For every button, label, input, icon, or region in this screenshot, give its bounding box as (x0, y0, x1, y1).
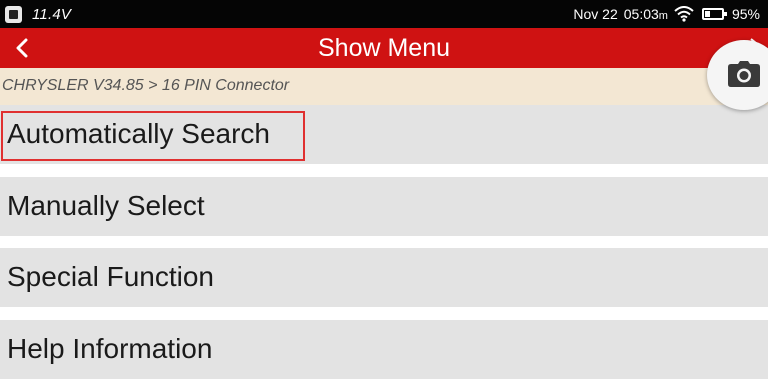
status-right: Nov 22 05:03m 95% (573, 4, 760, 24)
page-title: Show Menu (317, 34, 451, 62)
menu-item-label: Help Information (7, 333, 213, 364)
menu-item-label: Manually Select (7, 190, 205, 221)
wifi-icon (674, 6, 694, 22)
voltage-readout: 11.4V (32, 5, 72, 23)
camera-icon (728, 61, 760, 87)
menu-list: Automatically Search Manually Select Spe… (0, 105, 768, 383)
status-period: m (658, 10, 668, 22)
menu-item-manually-select[interactable]: Manually Select (0, 177, 768, 236)
breadcrumb: CHRYSLER V34.85 > 16 PIN Connector (0, 68, 768, 105)
battery-percent: 95% (731, 6, 760, 22)
menu-item-label: Automatically Search (7, 118, 271, 149)
app-icon (5, 5, 22, 23)
menu-item-automatically-search[interactable]: Automatically Search (0, 105, 768, 164)
status-bar: 11.4V Nov 22 05:03m 95% (0, 0, 768, 28)
menu-item-label: Special Function (7, 261, 215, 292)
status-date: Nov 22 (573, 6, 618, 22)
status-left: 11.4V (5, 4, 71, 24)
breadcrumb-text: CHRYSLER V34.85 > 16 PIN Connector (2, 77, 290, 94)
menu-item-special-function[interactable]: Special Function (0, 248, 768, 307)
menu-item-help-information[interactable]: Help Information (0, 320, 768, 379)
status-clock: 05:03 (623, 6, 659, 22)
battery-icon (701, 8, 727, 20)
title-bar: Show Menu (0, 28, 768, 68)
status-time: 05:03m (624, 6, 668, 22)
